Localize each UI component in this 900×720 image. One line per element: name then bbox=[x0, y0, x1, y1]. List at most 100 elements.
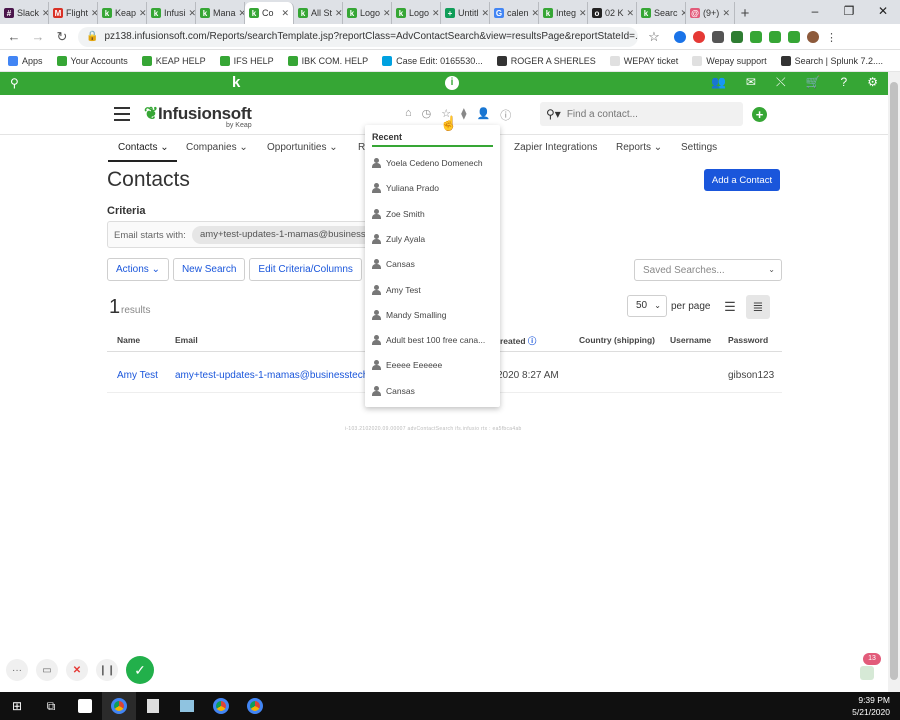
browser-tab[interactable]: + Untitl ✕ bbox=[441, 2, 490, 24]
chrome-taskbar-icon[interactable] bbox=[102, 692, 136, 720]
chrome-taskbar-icon[interactable] bbox=[204, 692, 238, 720]
bookmark-item[interactable]: Apps bbox=[8, 55, 43, 66]
question-icon[interactable]: ⓘ bbox=[500, 107, 511, 123]
browser-tab[interactable]: M Flight ✕ bbox=[49, 2, 98, 24]
bookmark-item[interactable]: KEAP HELP bbox=[141, 55, 206, 66]
tab-close-icon[interactable]: ✕ bbox=[42, 8, 48, 19]
nav-item[interactable]: Settings bbox=[681, 142, 717, 153]
extension-icon[interactable] bbox=[769, 30, 781, 43]
browser-tab[interactable]: # Slack ✕ bbox=[0, 2, 49, 24]
recent-contact-item[interactable]: Zoe Smith bbox=[372, 206, 497, 222]
taskbar-app-icon[interactable] bbox=[136, 692, 170, 720]
list-view-icon[interactable]: ≣ bbox=[746, 295, 770, 319]
browser-tab[interactable]: kMana✕ bbox=[196, 2, 245, 24]
more-options-icon[interactable]: ··· bbox=[6, 659, 28, 681]
recent-contact-item[interactable]: Yuliana Prado bbox=[372, 180, 497, 196]
recent-contact-item[interactable]: Cansas bbox=[372, 256, 497, 272]
recent-contact-item[interactable]: Cansas bbox=[372, 383, 497, 399]
close-window-button[interactable]: ✕ bbox=[866, 0, 900, 24]
pause-icon[interactable]: ❙❙ bbox=[96, 659, 118, 681]
col-header-password[interactable]: Password bbox=[728, 335, 768, 345]
home-icon[interactable]: ⌂ bbox=[405, 107, 412, 123]
hamburger-menu-icon[interactable] bbox=[114, 107, 130, 121]
help-icon[interactable]: ? bbox=[841, 75, 848, 90]
contact-search-input[interactable] bbox=[566, 108, 727, 120]
recent-contact-item[interactable]: Yoela Cedeno Domenech bbox=[372, 155, 497, 171]
saved-searches-select[interactable]: Saved Searches... ⌄ bbox=[634, 259, 782, 281]
new-tab-button[interactable]: + bbox=[735, 2, 755, 24]
extension-icon[interactable] bbox=[788, 30, 800, 43]
menu-kebab-icon[interactable]: ⋮ bbox=[826, 31, 837, 44]
cart-icon[interactable]: 🛒 bbox=[806, 75, 821, 90]
nav-item[interactable]: Reports ⌄ bbox=[616, 142, 662, 153]
tab-close-icon[interactable]: ✕ bbox=[627, 8, 635, 19]
chat-widget-icon[interactable] bbox=[860, 666, 874, 680]
new-search-button[interactable]: New Search bbox=[172, 258, 246, 281]
browser-tab[interactable]: k Keap ✕ bbox=[98, 2, 147, 24]
tab-close-icon[interactable]: ✕ bbox=[482, 8, 489, 19]
browser-tab[interactable]: @ (9+) ✕ bbox=[686, 2, 735, 24]
bookmark-item[interactable]: ROGER A SHERLES bbox=[496, 55, 596, 66]
maximize-button[interactable]: ❐ bbox=[832, 0, 866, 24]
keap-logo[interactable]: k bbox=[232, 74, 240, 91]
browser-tab[interactable]: k Integ ✕ bbox=[539, 2, 588, 24]
taskbar-clock[interactable]: 9:39 PM 5/21/2020 bbox=[852, 694, 890, 718]
search-icon[interactable]: ⚲ bbox=[10, 76, 19, 90]
windows-start-icon[interactable]: ⊞ bbox=[0, 692, 34, 720]
bookmark-item[interactable]: Case Edit: 0165530... bbox=[382, 55, 483, 66]
browser-tab[interactable]: Gcalen ✕ bbox=[490, 2, 539, 24]
tab-close-icon[interactable]: ✕ bbox=[281, 8, 289, 19]
nav-item[interactable]: Zapier Integrations bbox=[514, 142, 597, 153]
camera-icon[interactable]: ▭ bbox=[36, 659, 58, 681]
add-contact-button[interactable]: Add a Contact bbox=[704, 169, 780, 191]
bookmark-item[interactable]: Your Accounts bbox=[56, 55, 128, 66]
tag-icon[interactable]: ⧫ bbox=[461, 107, 466, 123]
row-name-link[interactable]: Amy Test bbox=[117, 370, 158, 381]
tab-close-icon[interactable]: ✕ bbox=[432, 8, 440, 19]
users-icon[interactable]: 👥 bbox=[711, 75, 726, 90]
extension-icon[interactable] bbox=[674, 30, 686, 43]
recent-contact-item[interactable]: Amy Test bbox=[372, 282, 497, 298]
cancel-recording-icon[interactable]: ✕ bbox=[66, 659, 88, 681]
quick-add-button[interactable]: + bbox=[752, 107, 767, 122]
bookmark-item[interactable]: IFS HELP bbox=[219, 55, 274, 66]
tab-close-icon[interactable]: ✕ bbox=[383, 8, 391, 19]
chrome-taskbar-icon[interactable] bbox=[238, 692, 272, 720]
browser-tab[interactable]: k Logo ✕ bbox=[343, 2, 392, 24]
col-header-created[interactable]: reated ⓘ bbox=[500, 335, 536, 347]
actions-button[interactable]: Actions ⌄ bbox=[107, 258, 169, 281]
col-header-name[interactable]: Name bbox=[117, 335, 140, 345]
extension-icon[interactable] bbox=[731, 30, 743, 43]
tab-close-icon[interactable]: ✕ bbox=[335, 8, 342, 19]
url-field[interactable]: 🔒 pz138.infusionsoft.com/Reports/searchT… bbox=[78, 26, 638, 47]
reload-icon[interactable]: ↻ bbox=[54, 29, 70, 45]
tab-close-icon[interactable]: ✕ bbox=[722, 8, 730, 19]
browser-tab[interactable]: kSearc✕ bbox=[637, 2, 686, 24]
extension-icon[interactable] bbox=[750, 30, 762, 43]
bookmark-item[interactable]: WEPAY ticket bbox=[609, 55, 678, 66]
help-circle-icon[interactable]: ⓘ bbox=[528, 336, 537, 346]
bookmark-item[interactable]: IBK COM. HELP bbox=[287, 55, 368, 66]
gear-icon[interactable]: ⚙ bbox=[867, 75, 878, 90]
nav-item[interactable]: Opportunities ⌄ bbox=[267, 142, 338, 153]
browser-tab[interactable]: k All St ✕ bbox=[294, 2, 343, 24]
per-page-select[interactable]: 50 ⌄ bbox=[627, 295, 667, 317]
recent-contact-item[interactable]: Mandy Smalling bbox=[372, 307, 497, 323]
back-icon[interactable]: ← bbox=[6, 29, 22, 44]
search-icon[interactable]: ⚲▾ bbox=[546, 107, 561, 121]
edit-criteria-columns-button[interactable]: Edit Criteria/Columns bbox=[249, 258, 362, 281]
info-icon[interactable]: i bbox=[445, 76, 459, 90]
extension-icon[interactable] bbox=[693, 30, 705, 43]
card-view-icon[interactable]: ☰ bbox=[718, 295, 742, 319]
share-icon[interactable]: ⤬ bbox=[776, 75, 786, 90]
recent-contact-item[interactable]: Adult best 100 free cana... bbox=[372, 332, 497, 348]
browser-tab[interactable]: o 02 K ✕ bbox=[588, 2, 637, 24]
page-scrollbar[interactable] bbox=[888, 72, 900, 692]
browser-tab[interactable]: k Co ✕ bbox=[245, 2, 294, 24]
scrollbar-thumb[interactable] bbox=[890, 82, 898, 680]
brand-logo[interactable]: ❦Infusionsoft by Keap bbox=[144, 104, 252, 129]
tab-close-icon[interactable]: ✕ bbox=[532, 8, 538, 19]
profile-avatar[interactable] bbox=[807, 30, 819, 43]
taskbar-app-icon[interactable] bbox=[170, 692, 204, 720]
nav-item[interactable]: Companies ⌄ bbox=[186, 142, 248, 153]
